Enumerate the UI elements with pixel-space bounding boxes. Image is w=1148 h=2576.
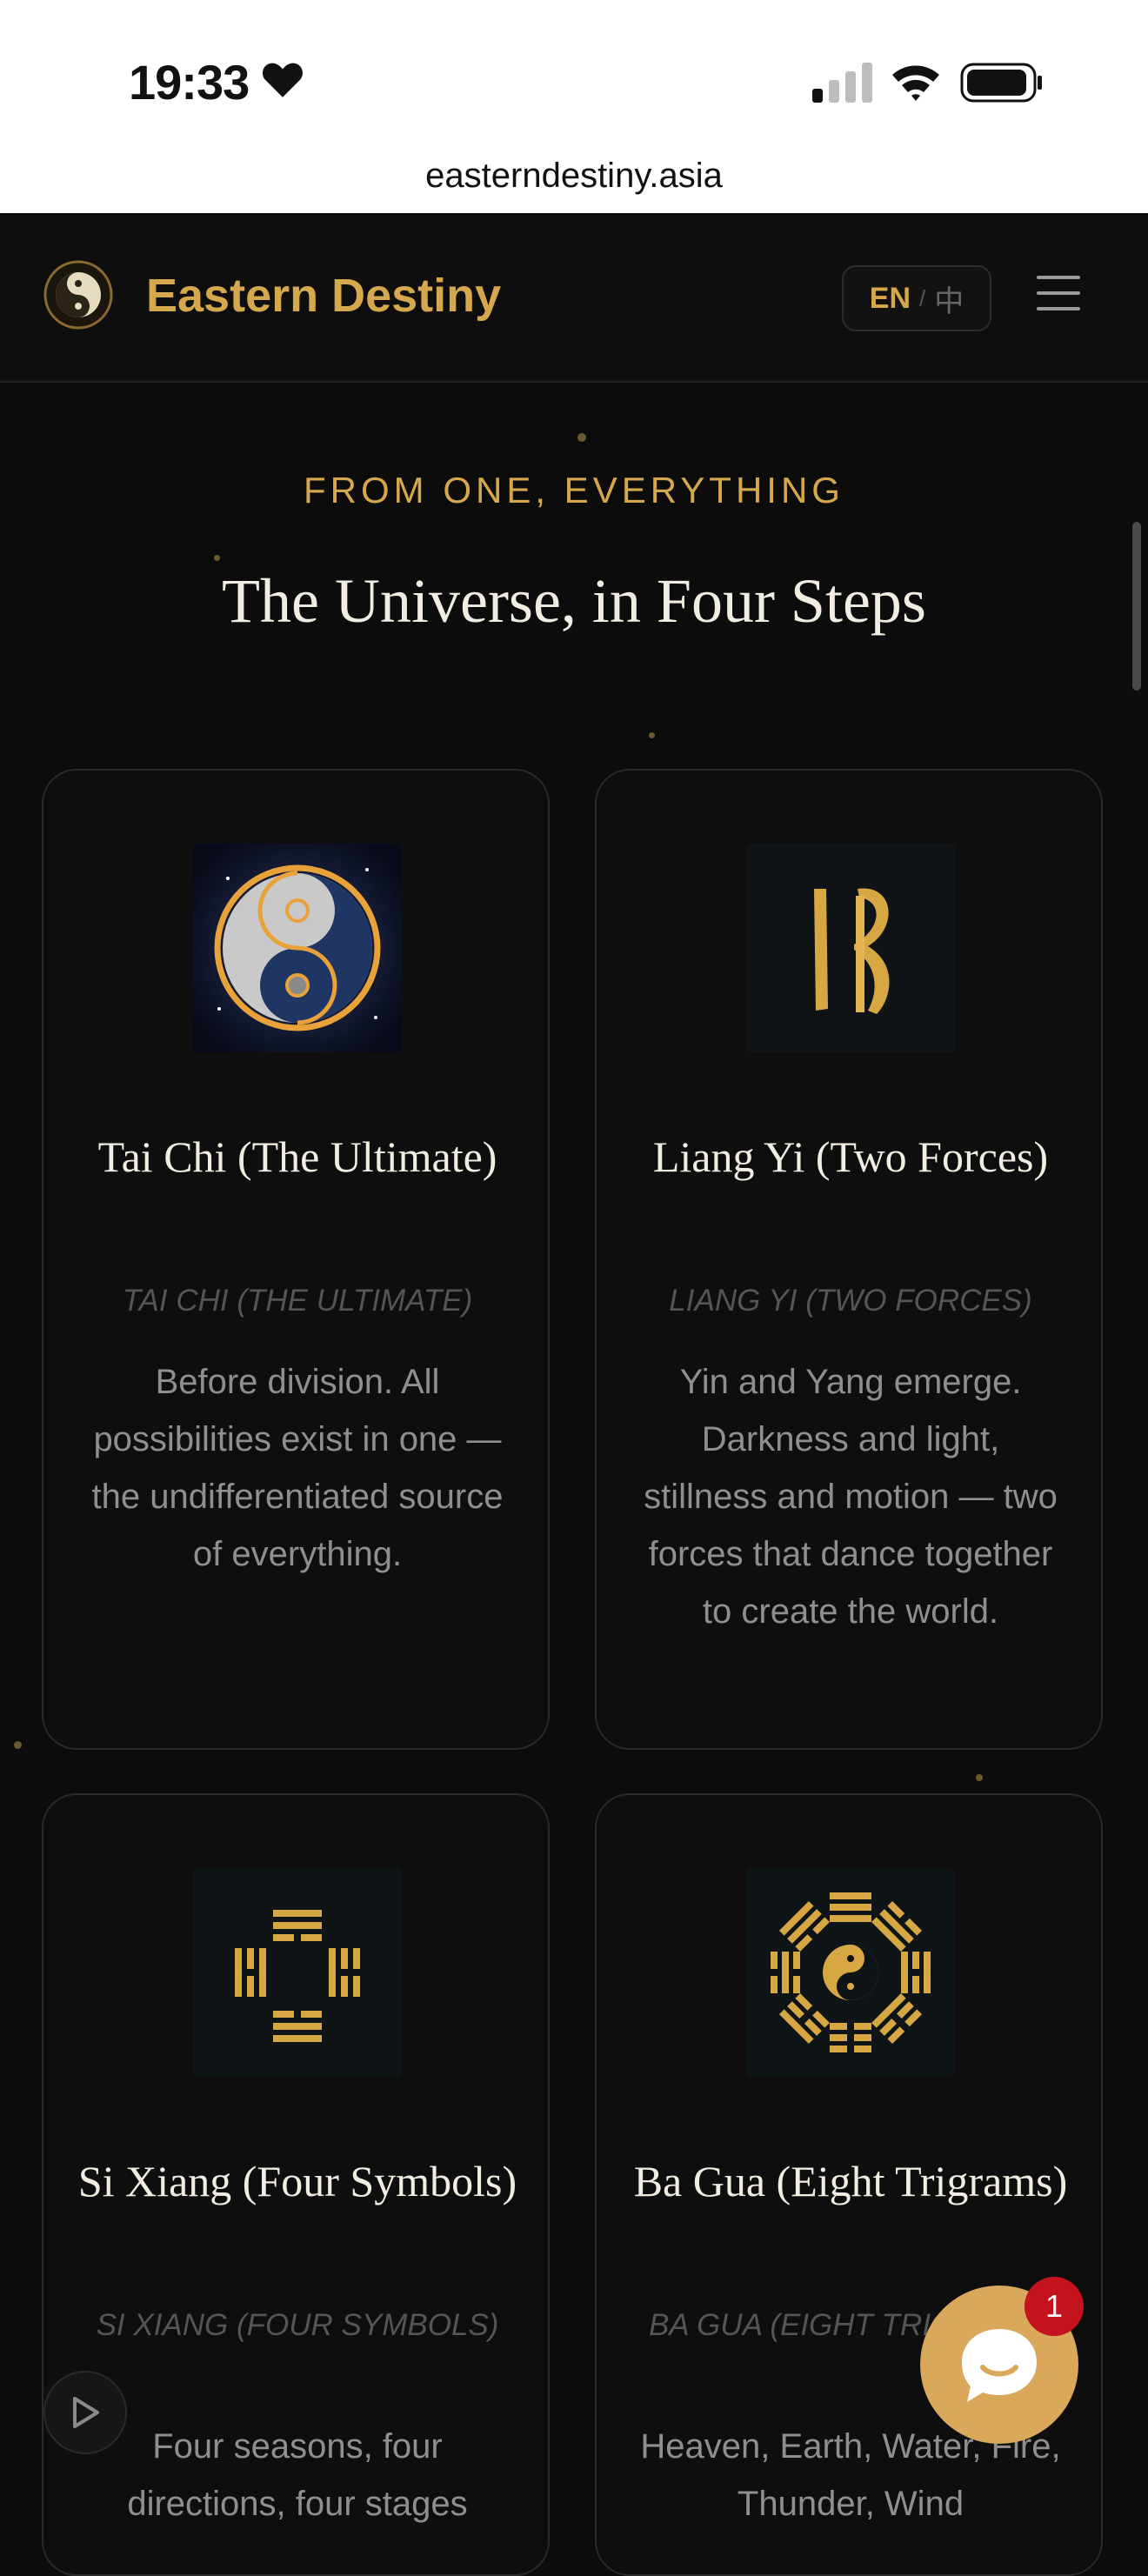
star-dot — [976, 1774, 983, 1781]
card-title: Ba Gua (Eight Trigrams) — [633, 2157, 1068, 2206]
battery-icon — [960, 63, 1042, 103]
play-icon — [73, 2397, 99, 2428]
status-time: 19:33 — [129, 55, 250, 110]
card-tai-chi[interactable]: Tai Chi (The Ultimate) TAI CHI (THE ULTI… — [42, 769, 550, 1750]
card-description: Yin and Yang emerge. Darkness and light,… — [644, 1363, 1058, 1631]
star-dot — [14, 1741, 22, 1749]
cellular-signal-icon — [812, 63, 872, 103]
card-title: Liang Yi (Two Forces) — [652, 1132, 1049, 1181]
card-ba-gua[interactable]: Ba Gua (Eight Trigrams) BA GUA (EIGHT TR… — [595, 1793, 1103, 2576]
star-dot — [214, 555, 220, 561]
card-subtitle: TAI CHI (THE ULTIMATE) — [122, 1284, 473, 1318]
star-dot — [649, 732, 655, 738]
taichi-moon-image — [193, 844, 402, 1052]
ba-gua-trigrams-image — [746, 1868, 955, 2077]
site-header: Eastern Destiny EN / 中 — [0, 213, 1148, 383]
heart-icon — [263, 63, 303, 97]
star-dot — [577, 433, 586, 442]
brand-name[interactable]: Eastern Destiny — [146, 269, 501, 323]
hamburger-menu-icon[interactable] — [1037, 276, 1080, 314]
status-bar: 19:33 easterndestiny.asia — [0, 0, 1148, 213]
card-liang-yi[interactable]: Liang Yi (Two Forces) LIANG YI (TWO FORC… — [595, 769, 1103, 1750]
card-si-xiang[interactable]: Si Xiang (Four Symbols) SI XIANG (FOUR S… — [42, 1793, 550, 2576]
lang-separator: / — [919, 284, 926, 311]
chat-notification-badge: 1 — [1025, 2277, 1084, 2336]
section-eyebrow: FROM ONE, EVERYTHING — [304, 470, 844, 511]
section-title: The Universe, in Four Steps — [222, 566, 926, 636]
card-title: Tai Chi (The Ultimate) — [97, 1132, 497, 1181]
audio-play-button[interactable] — [43, 2371, 127, 2454]
lang-en-option[interactable]: EN — [870, 282, 911, 316]
lang-zh-option[interactable]: 中 — [934, 277, 964, 320]
wifi-icon — [892, 65, 939, 101]
card-subtitle: LIANG YI (TWO FORCES) — [669, 1284, 1032, 1318]
language-toggle[interactable]: EN / 中 — [842, 265, 991, 331]
liang-yi-brush-image — [746, 844, 955, 1052]
card-description: Before division. All possibilities exist… — [91, 1363, 504, 1573]
browser-url[interactable]: easterndestiny.asia — [0, 157, 1148, 196]
card-subtitle: SI XIANG (FOUR SYMBOLS) — [96, 2308, 499, 2342]
si-xiang-symbols-image — [193, 1868, 402, 2077]
page-scrollbar[interactable] — [1132, 522, 1141, 691]
card-description: Four seasons, four directions, four stag… — [127, 2427, 468, 2523]
yin-yang-logo-icon[interactable] — [43, 260, 113, 330]
card-title: Si Xiang (Four Symbols) — [77, 2157, 517, 2206]
chat-bubble-icon — [962, 2329, 1037, 2402]
